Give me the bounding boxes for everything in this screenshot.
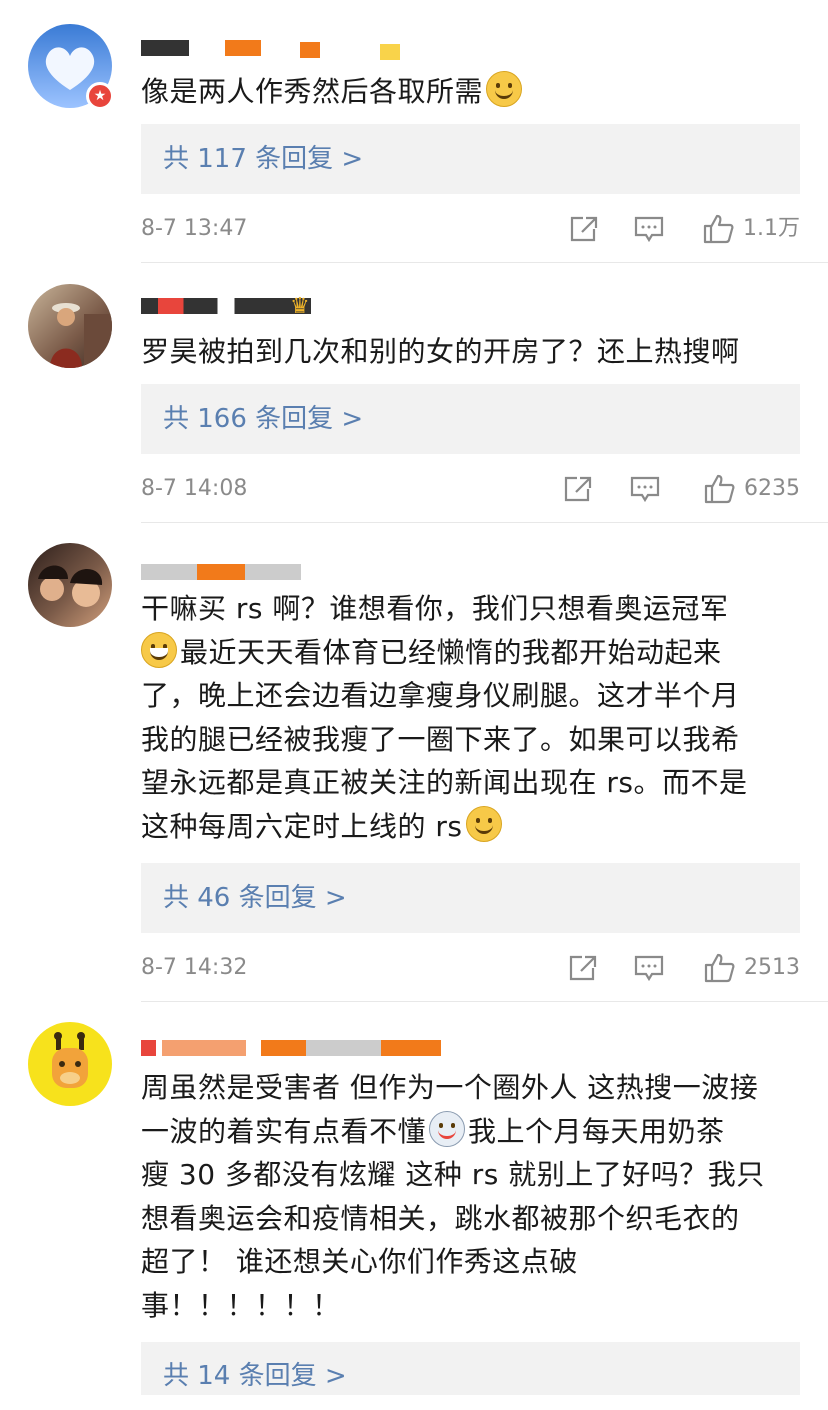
comment-meta: 8-7 14:32 2513 xyxy=(141,950,800,986)
share-icon[interactable] xyxy=(568,954,598,994)
person-photo-icon xyxy=(50,303,112,368)
avatar[interactable] xyxy=(28,284,112,368)
like-button[interactable]: 1.1万 xyxy=(703,211,800,247)
like-button[interactable]: 6235 xyxy=(704,471,800,507)
comment-text-line: 望永远都是真正被关注的新闻出现在 rs。而不是 xyxy=(141,766,748,799)
comment-icon[interactable] xyxy=(630,475,660,515)
comment-text-line: 想看奥运会和疫情相关，跳水都被那个织毛衣的 xyxy=(141,1201,740,1235)
share-icon[interactable] xyxy=(563,475,593,515)
replies-link[interactable]: 共 117 条回复 > xyxy=(141,124,800,194)
username-masked[interactable] xyxy=(141,40,261,56)
divider xyxy=(141,522,828,523)
comment-text-line: 我的腿已经被我瘦了一圈下来了。如果可以我希 xyxy=(141,722,740,756)
timestamp: 8-7 14:08 xyxy=(141,476,248,501)
username-masked[interactable] xyxy=(141,298,311,314)
comment-meta: 8-7 14:08 6235 xyxy=(141,471,800,507)
giraffe-icon xyxy=(52,1032,88,1088)
husky-emoji xyxy=(429,1110,466,1147)
share-icon[interactable] xyxy=(569,215,599,255)
like-count: 6235 xyxy=(744,476,800,501)
divider xyxy=(141,262,828,263)
username-masked[interactable] xyxy=(141,1040,441,1056)
replies-link[interactable]: 共 14 条回复 > xyxy=(141,1342,800,1395)
comment-icon[interactable] xyxy=(634,215,664,255)
like-count: 1.1万 xyxy=(743,216,800,241)
replies-link[interactable]: 共 46 条回复 > xyxy=(141,863,800,933)
username-mask-block xyxy=(380,44,400,60)
people-photo-icon xyxy=(38,565,103,607)
timestamp: 8-7 13:47 xyxy=(141,216,248,241)
comment-text-line: 周虽然是受害者 但作为一个圈外人 这热搜一波接 xyxy=(141,1071,759,1104)
comment-text: 干嘛买 rs 啊？谁想看你，我们只想看奥运冠军 最近天天看体育已经懒惰的我都开始… xyxy=(141,587,811,848)
comment-text-line: 这种每周六定时上线的 rs xyxy=(141,805,811,849)
like-count: 2513 xyxy=(744,955,800,980)
comment-icon[interactable] xyxy=(634,954,664,994)
comment-text-line: 事！！！！！！ xyxy=(141,1288,341,1322)
thumbs-up-icon xyxy=(704,953,735,983)
divider xyxy=(141,1001,828,1002)
comment-text-line: 干嘛买 rs 啊？谁想看你，我们只想看奥运冠军 xyxy=(141,592,729,625)
username-masked[interactable] xyxy=(141,564,301,580)
avatar[interactable] xyxy=(28,1022,112,1106)
comment-text: 罗昊被拍到几次和别的女的开房了？还上热搜啊 xyxy=(141,335,740,368)
comment-text: 像是两人作秀然后各取所需 xyxy=(141,70,811,114)
comment-text-line: 瘦 30 多都没有炫耀 这种 rs 就别上了好吗？我只 xyxy=(141,1158,765,1191)
grin-emoji xyxy=(141,631,177,668)
replies-link[interactable]: 共 166 条回复 > xyxy=(141,384,800,454)
username-mask-block xyxy=(300,42,320,58)
comment-text-line: 了，晚上还会边看边拿瘦身仪刷腿。这才半个月 xyxy=(141,679,740,712)
verified-badge: ★ xyxy=(86,82,114,110)
like-button[interactable]: 2513 xyxy=(704,950,800,986)
thumbs-up-icon xyxy=(704,474,735,504)
comment-text: 周虽然是受害者 但作为一个圈外人 这热搜一波接 一波的着实有点看不懂 我上个月每天… xyxy=(141,1066,811,1327)
top-edge xyxy=(130,0,828,24)
comment-text-line: 一波的着实有点看不懂 我上个月每天用奶茶 xyxy=(141,1110,811,1154)
doge-emoji xyxy=(486,71,523,107)
comment-meta: 8-7 13:47 1.1万 xyxy=(141,211,800,247)
avatar[interactable] xyxy=(28,543,112,627)
timestamp: 8-7 14:32 xyxy=(141,955,248,980)
crown-icon: ♛ xyxy=(290,294,310,319)
comment-text-line: 超了！ 谁还想关心你们作秀这点破 xyxy=(141,1245,578,1278)
comment-text-line: 最近天天看体育已经懒惰的我都开始动起来 xyxy=(141,631,811,675)
thumbs-up-icon xyxy=(703,214,734,244)
smile-emoji xyxy=(465,805,502,842)
